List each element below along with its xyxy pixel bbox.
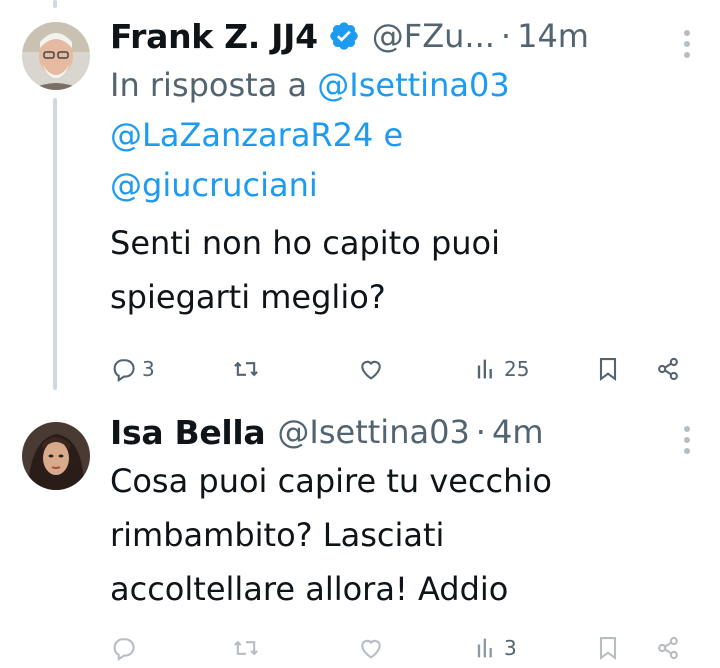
views-button[interactable]: 3 — [472, 634, 517, 662]
thread-line-top — [53, 0, 57, 8]
avatar-frank[interactable] — [22, 22, 90, 90]
share-button[interactable] — [654, 355, 682, 383]
like-icon — [361, 360, 381, 380]
retweet-button[interactable] — [232, 634, 260, 662]
author-handle[interactable]: @FZu... — [372, 17, 495, 55]
reply-context: In risposta a @Isettina03 @LaZanzaraR24 … — [110, 60, 700, 210]
tweet-text: Cosa puoi capire tu vecchio rimbambito? … — [110, 454, 700, 616]
action-bar: 3 25 — [110, 349, 690, 389]
tweet-header: Isa Bella @Isettina03 · 4m — [110, 410, 700, 454]
reply-button[interactable] — [110, 634, 138, 662]
retweet-icon — [234, 640, 258, 656]
separator-dot: · — [500, 17, 512, 55]
views-button[interactable]: 25 — [472, 355, 529, 383]
tweet-text-line: Senti non ho capito puoi — [110, 224, 500, 262]
verified-badge-icon — [328, 20, 360, 52]
views-icon — [477, 638, 492, 658]
reply-icon — [113, 638, 135, 662]
bookmark-icon — [599, 637, 617, 661]
retweet-icon — [234, 361, 258, 377]
author-name[interactable]: Isa Bella — [110, 413, 266, 452]
like-button[interactable] — [357, 355, 385, 383]
like-button[interactable] — [357, 634, 385, 662]
tweet-text-line: spiegarti meglio? — [110, 278, 386, 316]
mention-lazanzarar24[interactable]: @LaZanzaraR24 — [110, 116, 373, 154]
views-count: 3 — [504, 636, 517, 660]
action-bar: 3 — [110, 628, 690, 668]
more-dots-icon[interactable] — [684, 426, 690, 454]
reply-button[interactable]: 3 — [110, 355, 155, 383]
author-name[interactable]: Frank Z. JJ4 — [110, 17, 318, 56]
mention-isettina03[interactable]: @Isettina03 — [317, 66, 509, 104]
bookmark-icon — [599, 358, 617, 382]
bookmark-button[interactable] — [594, 634, 622, 662]
tweet-text-line: rimbambito? Lasciati — [110, 516, 445, 554]
reply-count: 3 — [142, 357, 155, 381]
tweet-header: Frank Z. JJ4 @FZu... · 14m — [110, 14, 700, 58]
author-handle[interactable]: @Isettina03 — [277, 413, 469, 451]
reply-prefix: In risposta a — [110, 66, 318, 104]
share-icon — [658, 636, 678, 660]
tweet-text: Senti non ho capito puoi spiegarti megli… — [110, 216, 700, 324]
views-count: 25 — [504, 357, 530, 381]
avatar-isa[interactable] — [22, 422, 90, 490]
tweet-text-line: Cosa puoi capire tu vecchio — [110, 462, 552, 500]
reply-icon — [113, 359, 135, 383]
reply-and: e — [373, 116, 404, 154]
more-dots-icon[interactable] — [684, 30, 690, 58]
retweet-button[interactable] — [232, 355, 260, 383]
mention-giucruciani[interactable]: @giucruciani — [110, 166, 318, 204]
share-button[interactable] — [654, 634, 682, 662]
bookmark-button[interactable] — [594, 355, 622, 383]
separator-dot: · — [475, 413, 486, 451]
thread-line-connector — [53, 98, 57, 390]
timestamp[interactable]: 14m — [517, 17, 589, 55]
share-icon — [658, 357, 678, 381]
views-icon — [477, 359, 492, 379]
tweet-text-line: accoltellare allora! Addio — [110, 570, 509, 608]
like-icon — [361, 639, 381, 659]
timestamp[interactable]: 4m — [492, 413, 544, 451]
